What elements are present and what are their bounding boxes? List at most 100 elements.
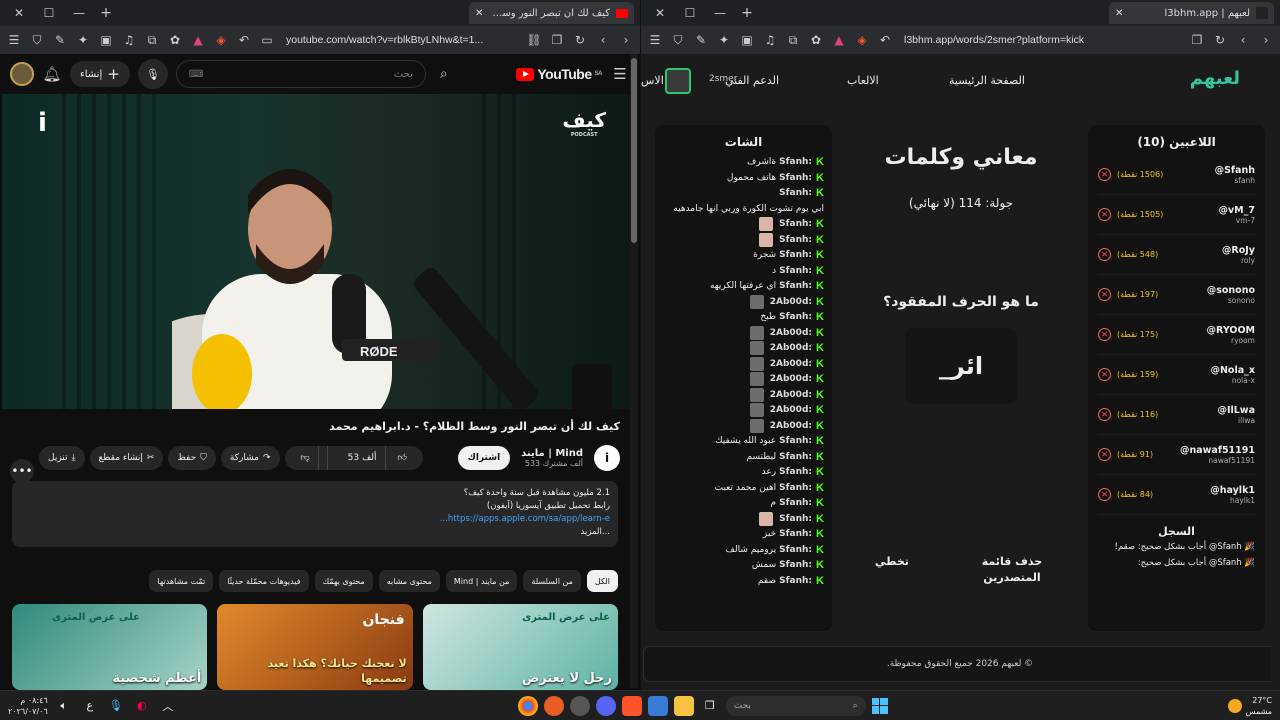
- menu-icon[interactable]: ☰: [4, 30, 24, 50]
- tab-close-icon[interactable]: ✕: [475, 8, 483, 19]
- microphone-tray-icon[interactable]: 🎙︎: [106, 696, 126, 716]
- video-player[interactable]: RØDE i كيف PODCAST: [2, 94, 630, 409]
- chat-username[interactable]: Sfanh:: [779, 264, 812, 280]
- chip-all[interactable]: الكل: [586, 570, 618, 592]
- remove-player-icon[interactable]: ✕: [1098, 448, 1111, 461]
- chip-from-channel[interactable]: من مايند | Mind: [445, 570, 518, 592]
- account-avatar[interactable]: [10, 62, 34, 86]
- show-more-link[interactable]: ...المزيد: [20, 526, 611, 539]
- keyboard-icon[interactable]: ⌨: [189, 69, 203, 80]
- address-bar[interactable]: l3bhm.app/words/2smer?platform=kick: [898, 30, 1184, 50]
- windows-start-icon[interactable]: [871, 697, 888, 714]
- nav-home[interactable]: الصفحة الرئيسية: [949, 74, 1025, 87]
- chat-username[interactable]: 2Ab00d:: [770, 388, 812, 404]
- chip-watched[interactable]: تمّت مشاهدتها: [149, 570, 214, 592]
- chat-username[interactable]: Sfanh:: [779, 155, 812, 171]
- clip-button[interactable]: إنشاء مقطع ✂: [89, 446, 164, 470]
- search-icon[interactable]: ⌕: [434, 64, 454, 84]
- share-icon[interactable]: ↶: [234, 30, 254, 50]
- nav-support[interactable]: الدعم الفني: [725, 74, 779, 87]
- voice-search-button[interactable]: 🎙︎: [137, 59, 168, 89]
- page-scrollbar[interactable]: [630, 54, 638, 688]
- chip-for-you[interactable]: محتوى يهمّك: [314, 570, 373, 592]
- chip-recent[interactable]: فيديوهات محمّلة حديثًا: [219, 570, 309, 592]
- chevron-up-icon[interactable]: ︿: [158, 696, 178, 716]
- screenshot-icon[interactable]: ⧉: [142, 30, 162, 50]
- chat-username[interactable]: Sfanh:: [779, 481, 812, 497]
- puzzle-icon[interactable]: ✦: [73, 30, 93, 50]
- nav-more[interactable]: الاس: [641, 74, 664, 87]
- brave-icon[interactable]: [621, 695, 642, 716]
- nav-games[interactable]: الالعاب: [847, 74, 879, 87]
- discord-icon[interactable]: [595, 695, 616, 716]
- minimize-icon[interactable]: —: [66, 2, 92, 24]
- download-button[interactable]: تنزيل ⤓: [39, 446, 85, 470]
- chat-username[interactable]: 2Ab00d:: [770, 341, 812, 357]
- shield-icon[interactable]: ⛉: [668, 30, 688, 50]
- page-scrollbar[interactable]: [1271, 54, 1280, 688]
- chat-username[interactable]: 2Ab00d:: [770, 419, 812, 435]
- clock[interactable]: ٠٨:٤٦ م ٢٠٢٦/٠٧/٠٦: [8, 695, 48, 717]
- remove-player-icon[interactable]: ✕: [1098, 208, 1111, 221]
- screenshot-icon[interactable]: ⧉: [783, 30, 803, 50]
- bookmark-icon[interactable]: ❐: [547, 30, 567, 50]
- close-window-icon[interactable]: ✕: [6, 2, 32, 24]
- site-info-icon[interactable]: ▭: [257, 30, 277, 50]
- reload-icon[interactable]: ↻: [570, 30, 590, 50]
- chat-username[interactable]: Sfanh:: [779, 186, 812, 202]
- related-video-card[interactable]: على عرض المترى رجل لا يعترض: [422, 604, 618, 690]
- address-bar[interactable]: youtube.com/watch?v=rblkBtyLNhw&t=1...: [280, 30, 521, 50]
- extensions-icon[interactable]: ✿: [165, 30, 185, 50]
- chat-username[interactable]: 2Ab00d:: [770, 357, 812, 373]
- new-tab-button[interactable]: +: [737, 5, 757, 21]
- close-window-icon[interactable]: ✕: [647, 2, 673, 24]
- store-icon[interactable]: [647, 695, 668, 716]
- remove-player-icon[interactable]: ✕: [1098, 488, 1111, 501]
- brave-shield-icon[interactable]: ◈: [852, 30, 872, 50]
- puzzle-icon[interactable]: ✦: [714, 30, 734, 50]
- music-icon[interactable]: ♫: [760, 30, 780, 50]
- tab-youtube[interactable]: ✕ كيف لك أن تبصر النور وسط الظ...: [469, 2, 634, 24]
- bell-icon[interactable]: 🔔︎: [42, 64, 62, 84]
- menu-icon[interactable]: ☰: [645, 30, 665, 50]
- folder-icon[interactable]: [673, 695, 694, 716]
- remove-player-icon[interactable]: ✕: [1098, 248, 1111, 261]
- remove-player-icon[interactable]: ✕: [1098, 368, 1111, 381]
- like-button[interactable]: 53 ألف 👍︎: [332, 446, 423, 470]
- chat-username[interactable]: Sfanh:: [779, 527, 812, 543]
- forward-icon[interactable]: ›: [1256, 30, 1276, 50]
- chat-username[interactable]: Sfanh:: [779, 248, 812, 264]
- save-button[interactable]: حفظ ⛉: [168, 446, 216, 470]
- back-icon[interactable]: ‹: [593, 30, 613, 50]
- minimize-icon[interactable]: —: [707, 2, 733, 24]
- related-video-card[interactable]: على عرض المترى أعظم شخصية: [12, 604, 208, 690]
- youtube-logo[interactable]: YouTube SA: [516, 66, 603, 82]
- share-button[interactable]: مشاركة ↷: [220, 446, 280, 470]
- forward-icon[interactable]: ›: [616, 30, 636, 50]
- tab-close-icon[interactable]: ✕: [1115, 8, 1123, 19]
- chat-username[interactable]: 2Ab00d:: [770, 372, 812, 388]
- chat-username[interactable]: Sfanh:: [779, 171, 812, 187]
- new-tab-button[interactable]: +: [96, 5, 116, 21]
- chat-username[interactable]: Sfanh:: [779, 465, 812, 481]
- volume-icon[interactable]: 🔈︎: [54, 696, 74, 716]
- related-video-card[interactable]: فنجان لا تعجبك حياتك؟ هكذا تعيد تصميمها: [217, 604, 413, 690]
- site-logo[interactable]: لعبهم: [1190, 68, 1240, 89]
- chrome-icon[interactable]: [517, 695, 538, 716]
- chat-username[interactable]: Sfanh:: [779, 434, 812, 450]
- sidebar-icon[interactable]: ▣: [737, 30, 757, 50]
- chat-username[interactable]: Sfanh:: [779, 233, 812, 249]
- create-button[interactable]: إنشاء +: [70, 61, 130, 87]
- steam-icon[interactable]: [569, 695, 590, 716]
- taskbar-search[interactable]: ⌕ بحث: [725, 695, 866, 716]
- pin-icon[interactable]: ✎: [691, 30, 711, 50]
- input-language[interactable]: ع: [80, 696, 100, 716]
- chat-username[interactable]: Sfanh:: [779, 310, 812, 326]
- weather-widget[interactable]: 27°C مشمس: [1227, 695, 1272, 717]
- back-icon[interactable]: ‹: [1233, 30, 1253, 50]
- app-tray-icon[interactable]: ◐: [132, 696, 152, 716]
- clear-leaderboard-button[interactable]: حذف قائمة المتصدرين: [977, 554, 1047, 586]
- pin-icon[interactable]: ✎: [50, 30, 70, 50]
- chat-username[interactable]: Sfanh:: [779, 543, 812, 559]
- chat-username[interactable]: Sfanh:: [779, 450, 812, 466]
